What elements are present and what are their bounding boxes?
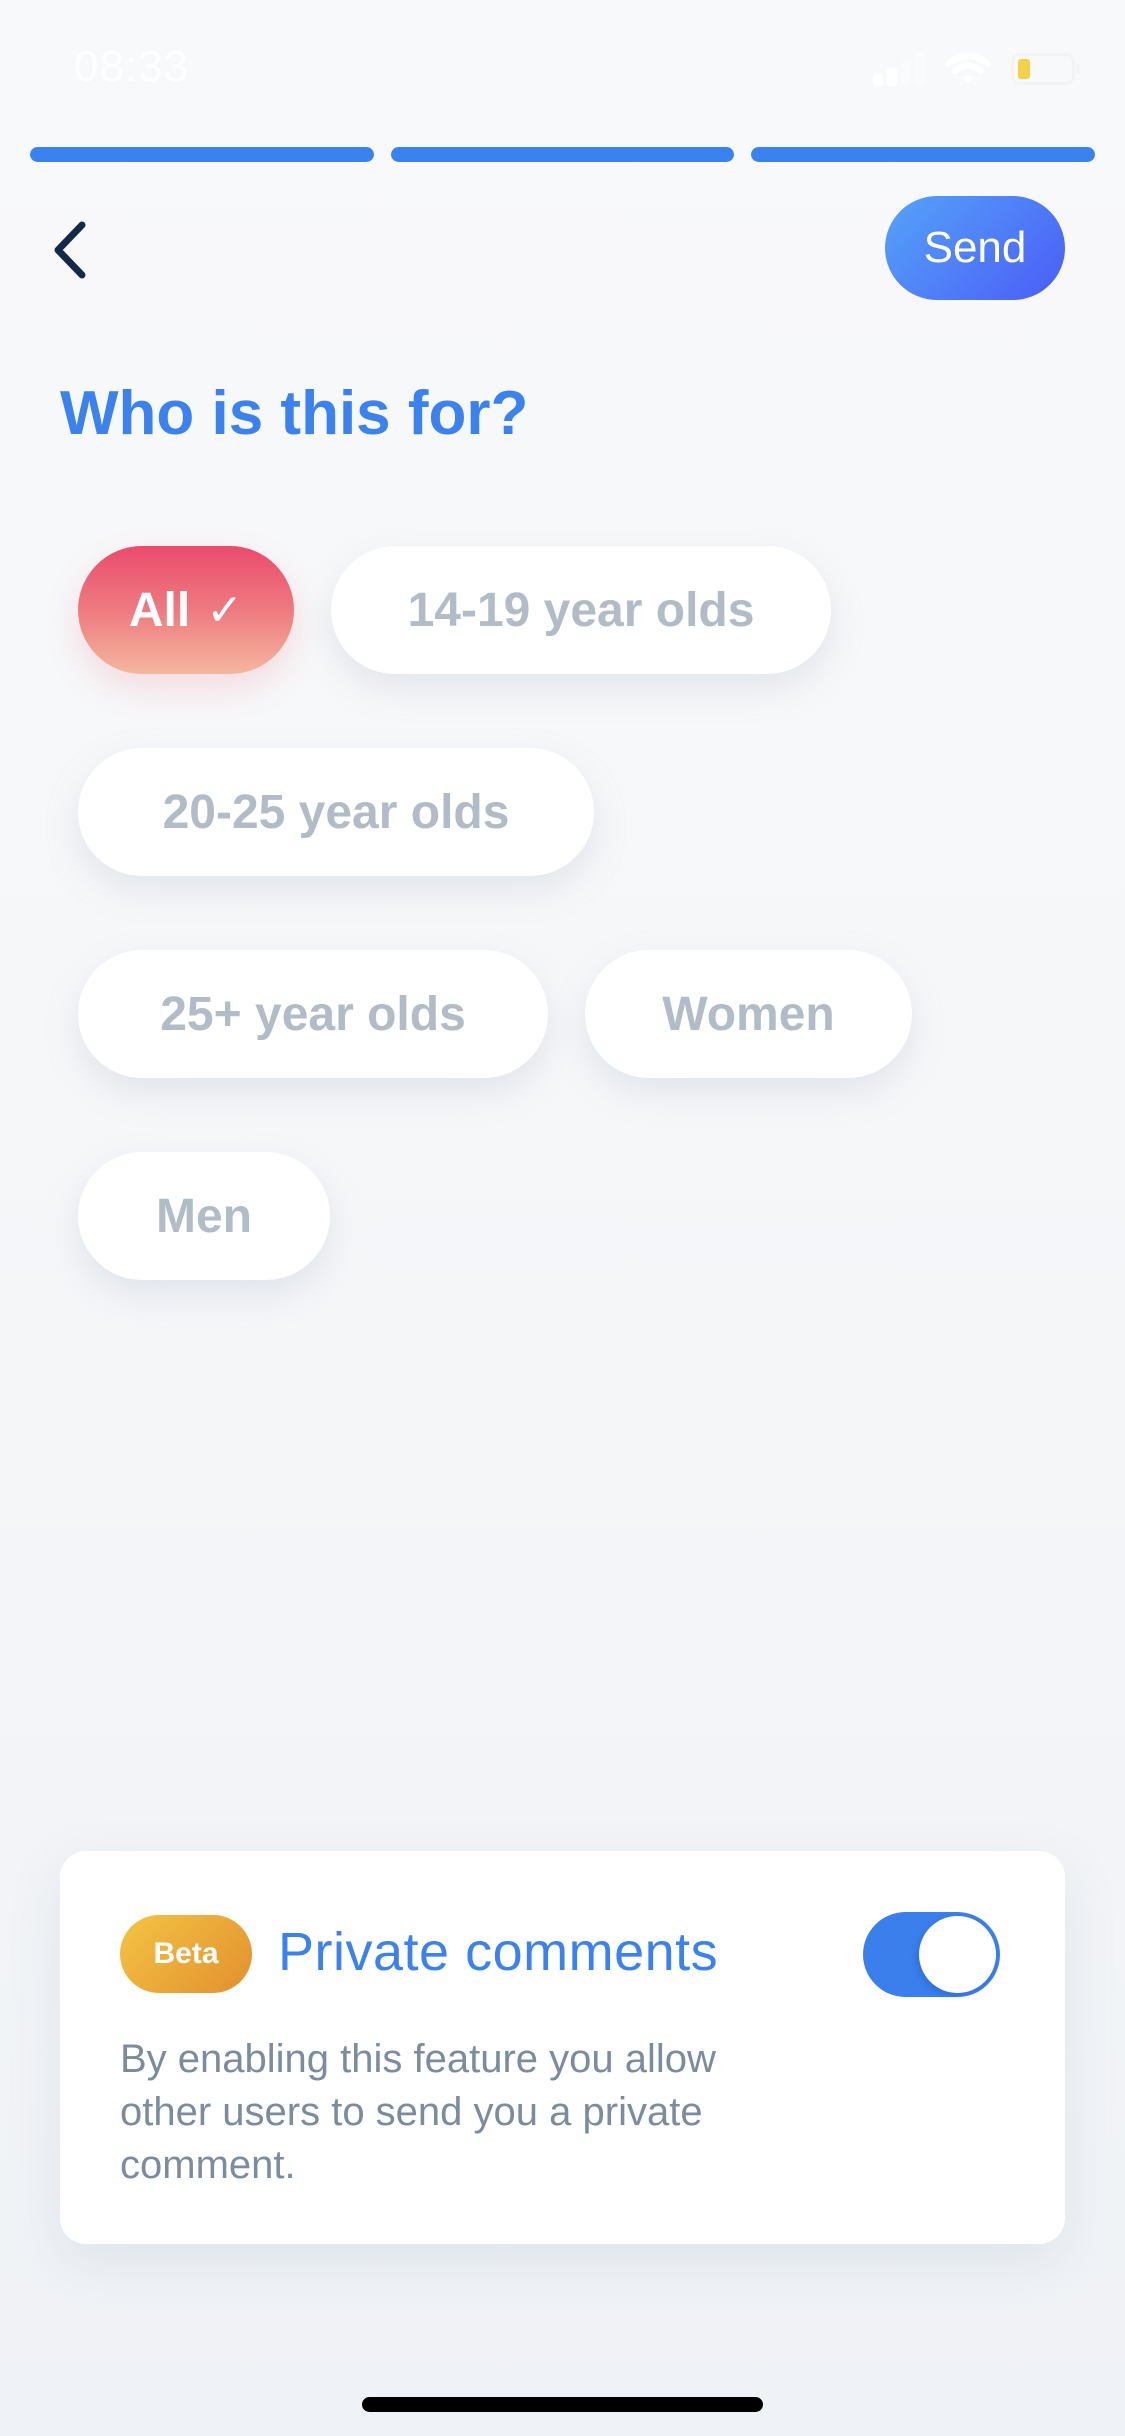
- toggle-knob: [919, 1916, 996, 1993]
- battery-low-icon: [1011, 53, 1080, 85]
- chip-all[interactable]: All ✓: [78, 546, 294, 674]
- beta-badge: Beta: [120, 1915, 252, 1993]
- progress-step-1-fill: [30, 147, 374, 162]
- wifi-icon: [945, 53, 991, 84]
- chip-women[interactable]: Women: [585, 950, 912, 1078]
- chip-25-plus[interactable]: 25+ year olds: [78, 950, 548, 1078]
- chip-20-25[interactable]: 20-25 year olds: [78, 748, 594, 876]
- progress-step-3-fill: [751, 147, 1096, 162]
- page-title: Who is this for?: [60, 379, 529, 448]
- progress-step-2: [390, 147, 735, 162]
- status-time: 08:33: [74, 42, 190, 91]
- back-button[interactable]: [30, 205, 110, 295]
- chip-label: 14-19 year olds: [407, 583, 755, 637]
- progress-step-2-fill: [390, 147, 735, 162]
- chip-label: All: [128, 583, 191, 637]
- status-icons: [873, 52, 1080, 86]
- status-bar: 08:33: [0, 0, 1125, 130]
- battery-level: [1018, 59, 1030, 79]
- private-comments-card: Beta Private comments By enabling this f…: [60, 1851, 1065, 2244]
- chip-label: 20-25 year olds: [162, 785, 510, 839]
- private-comments-toggle[interactable]: [863, 1912, 1000, 1997]
- chip-14-19[interactable]: 14-19 year olds: [331, 546, 831, 674]
- chip-label: Women: [662, 987, 835, 1041]
- chip-men[interactable]: Men: [78, 1152, 330, 1280]
- send-button[interactable]: Send: [885, 196, 1065, 300]
- home-indicator[interactable]: [362, 2397, 763, 2412]
- chip-label: 25+ year olds: [160, 987, 466, 1041]
- audience-chip-group: All ✓ 14-19 year olds 20-25 year olds 25…: [78, 546, 978, 1280]
- signal-icon: [873, 52, 925, 86]
- progress-step-1: [30, 147, 374, 162]
- progress-step-3: [751, 147, 1096, 162]
- private-comments-title: Private comments: [278, 1922, 719, 1982]
- step-progress: [30, 147, 1096, 162]
- chip-label: Men: [156, 1189, 252, 1243]
- checkmark-icon: ✓: [206, 584, 244, 636]
- chevron-left-icon: [54, 221, 86, 279]
- private-comments-description: By enabling this feature you allow other…: [120, 2037, 716, 2187]
